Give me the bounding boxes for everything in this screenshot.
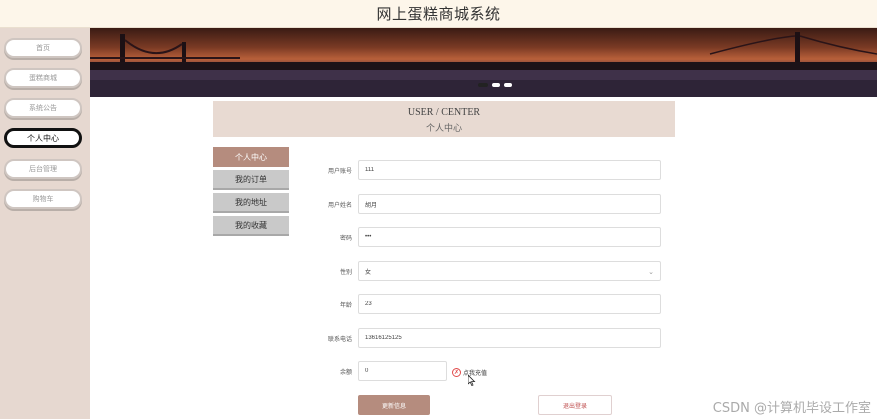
chevron-down-icon: ⌄	[648, 269, 654, 276]
submenu-my-favorites[interactable]: 我的收藏	[213, 216, 289, 236]
account-input[interactable]	[358, 160, 661, 180]
mouse-cursor-icon	[468, 375, 476, 386]
top-bar: 网上蛋糕商城系统	[0, 0, 877, 28]
balance-input[interactable]	[358, 361, 447, 381]
row-password: 密码	[298, 223, 675, 251]
carousel-dot-2[interactable]	[492, 83, 500, 87]
nav-home[interactable]: 首页	[4, 38, 82, 58]
row-gender: 性别 女 ⌄	[298, 257, 675, 285]
carousel-dots	[478, 83, 512, 89]
phone-label: 联系电话	[327, 336, 352, 343]
nav-cake-mall[interactable]: 蛋糕商城	[4, 68, 82, 88]
recharge-icon: ✗	[452, 367, 461, 377]
header-title-en: USER / CENTER	[407, 107, 481, 118]
name-label: 用户姓名	[327, 202, 352, 209]
submenu-my-orders[interactable]: 我的订单	[213, 170, 289, 190]
gender-label: 性别	[339, 269, 352, 276]
watermark: CSDN @计算机毕设工作室	[712, 401, 871, 416]
header-title-cn: 个人中心	[425, 123, 462, 133]
carousel-dot-3[interactable]	[504, 83, 512, 87]
row-age: 年龄	[298, 290, 675, 318]
row-account: 用户账号	[298, 156, 675, 184]
gender-select[interactable]: 女 ⌄	[358, 261, 661, 281]
profile-form: 用户账号 用户姓名 密码 性别 女 ⌄ 年龄 联系电话 余额 ✗ 点我充值	[298, 150, 675, 419]
name-input[interactable]	[358, 194, 661, 214]
logout-button[interactable]: 退出登录	[538, 395, 612, 415]
password-label: 密码	[339, 235, 352, 242]
submenu-my-address[interactable]: 我的地址	[213, 193, 289, 213]
gender-value: 女	[365, 269, 372, 276]
update-info-button[interactable]: 更新信息	[358, 395, 430, 415]
age-label: 年龄	[339, 302, 352, 309]
user-center-header: USER / CENTER 个人中心	[213, 101, 675, 137]
age-input[interactable]	[358, 294, 661, 314]
row-balance: 余额 ✗ 点我充值	[298, 357, 675, 385]
balance-label: 余额	[339, 369, 352, 376]
nav-announcements[interactable]: 系统公告	[4, 98, 82, 118]
row-phone: 联系电话	[298, 324, 675, 352]
site-title: 网上蛋糕商城系统	[376, 5, 501, 23]
phone-input[interactable]	[358, 328, 661, 348]
nav-user-center[interactable]: 个人中心	[4, 128, 82, 148]
left-nav: 首页 蛋糕商城 系统公告 个人中心 后台管理 购物车	[0, 28, 90, 419]
submenu-user-center[interactable]: 个人中心	[213, 147, 289, 167]
row-name: 用户姓名	[298, 190, 675, 218]
nav-cart[interactable]: 购物车	[4, 189, 82, 209]
carousel-dot-1[interactable]	[478, 83, 488, 87]
account-label: 用户账号	[327, 168, 352, 175]
banner-carousel	[90, 28, 877, 97]
password-input[interactable]	[358, 227, 661, 247]
nav-admin[interactable]: 后台管理	[4, 159, 82, 179]
